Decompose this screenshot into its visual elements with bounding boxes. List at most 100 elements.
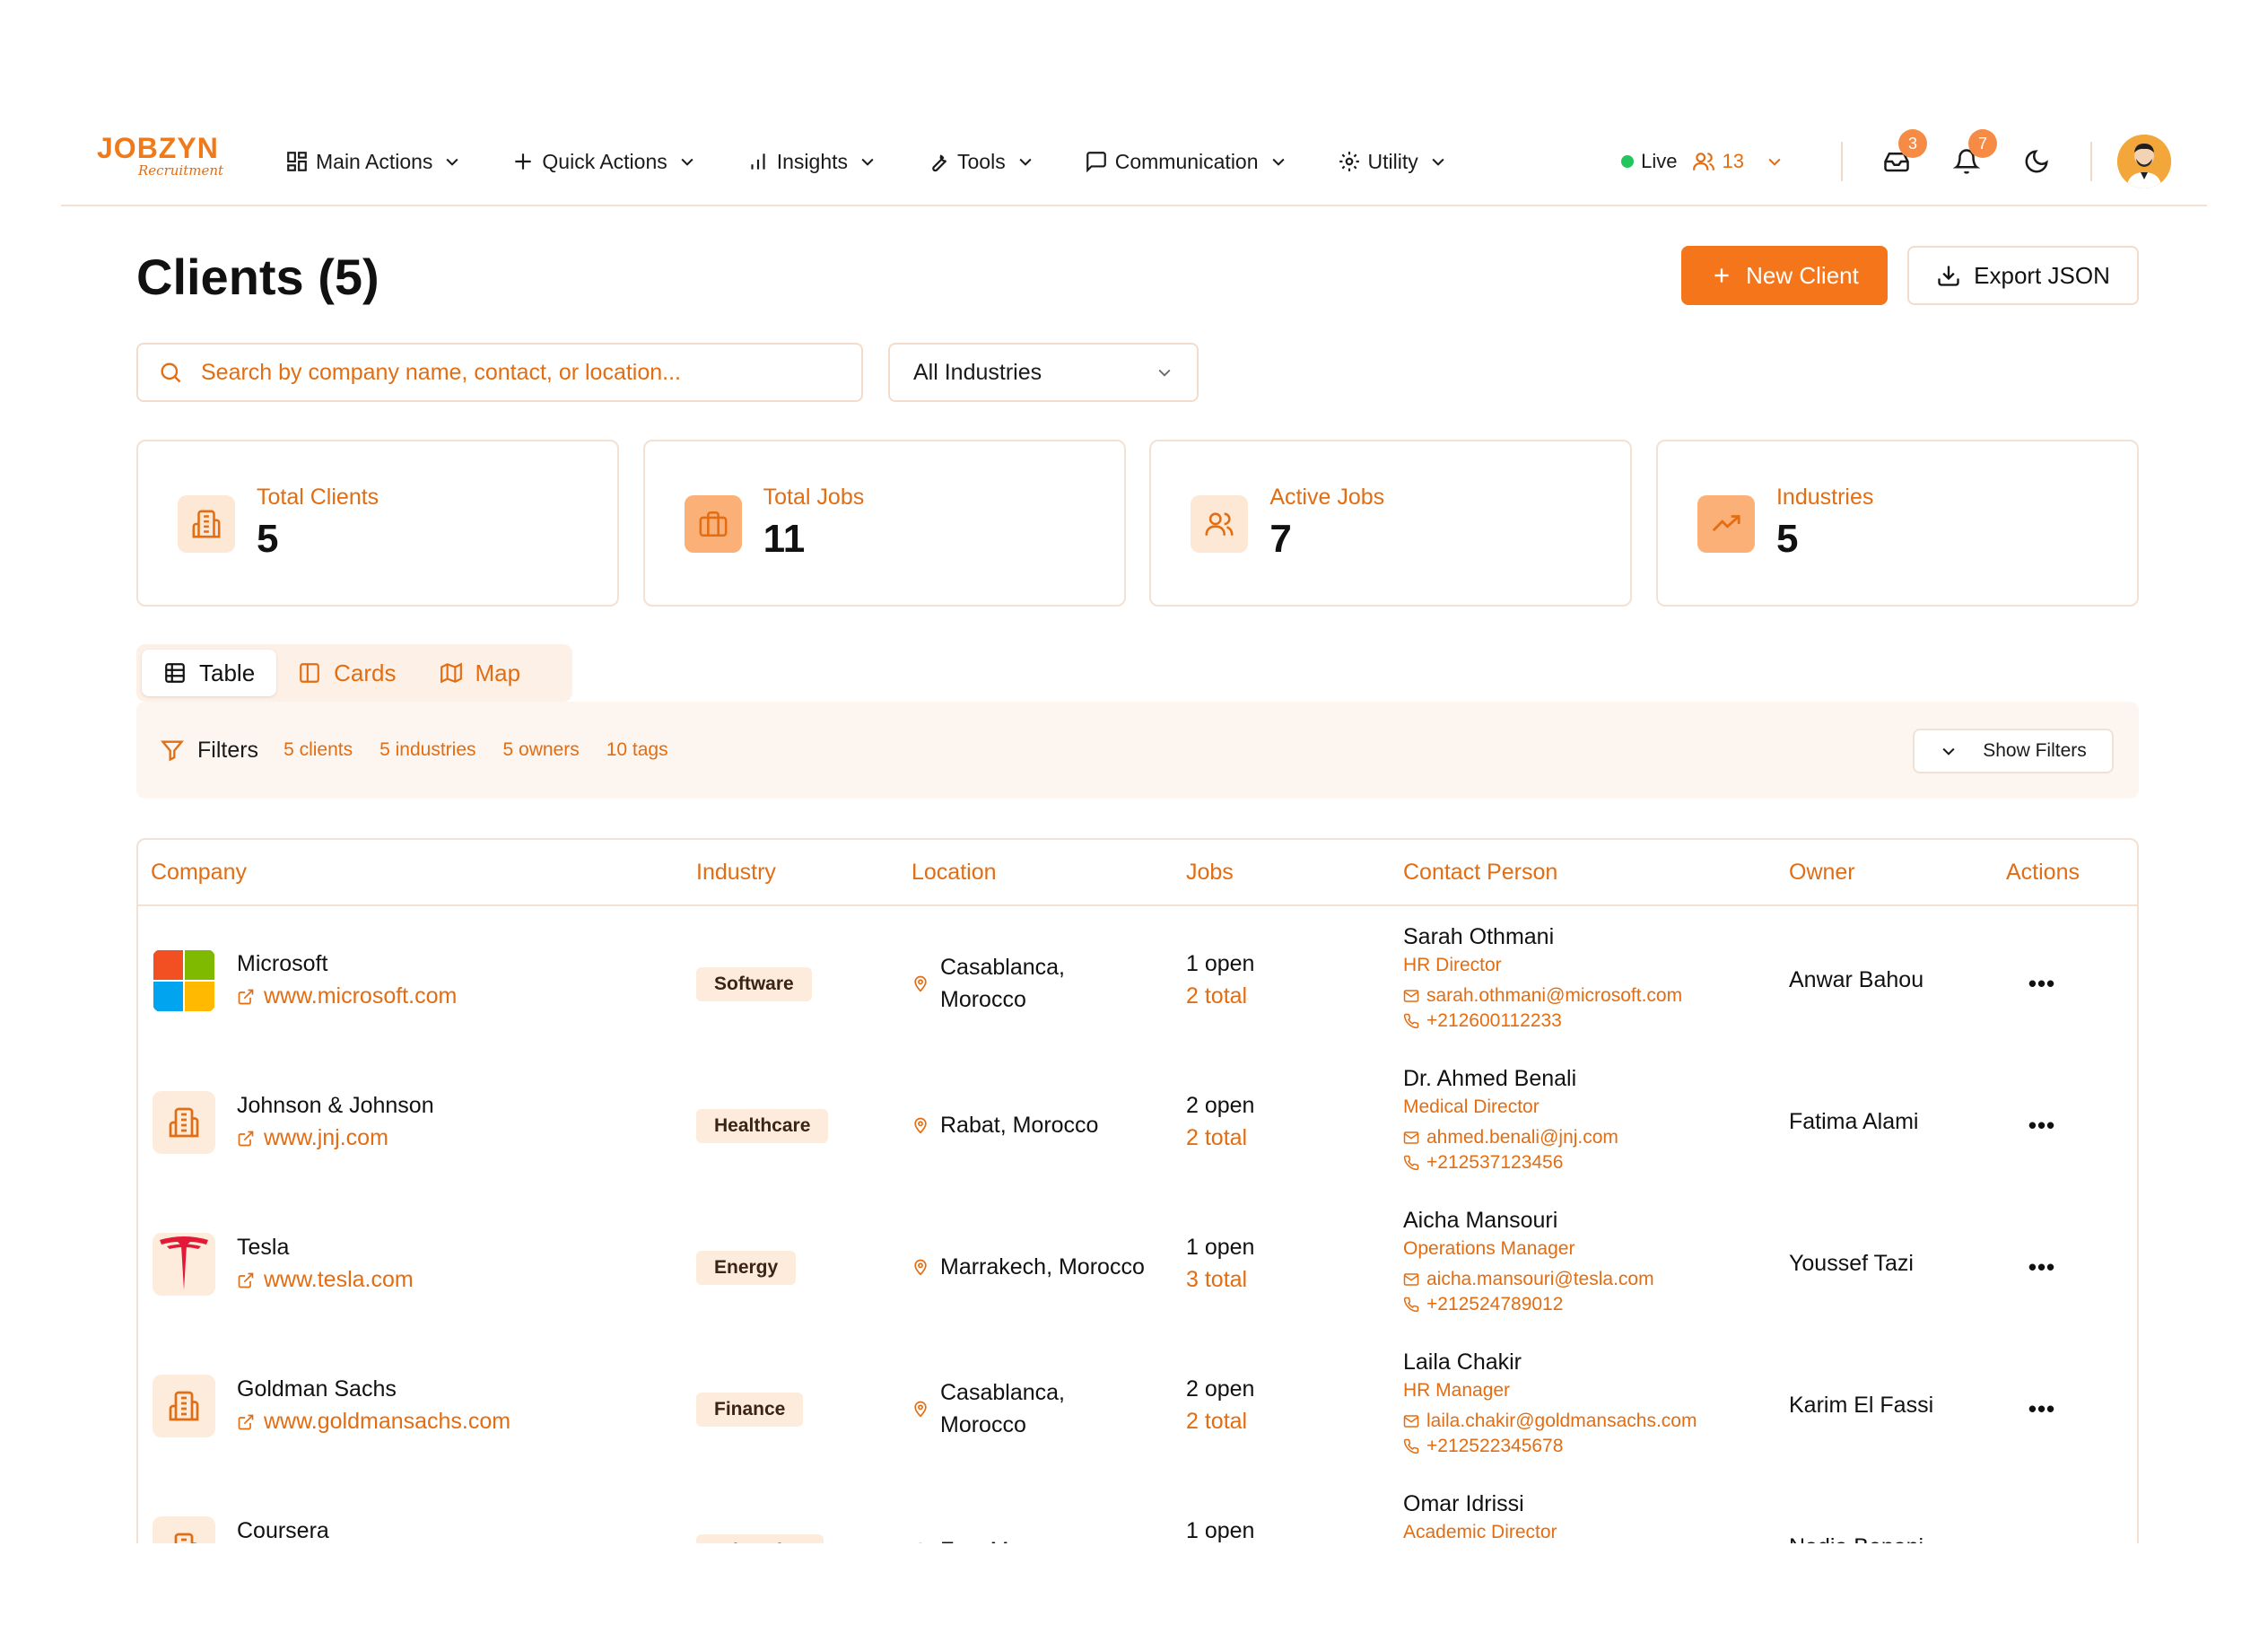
table-row[interactable]: Coursera Education Fes, Morocco 1 open O… [138, 1475, 2137, 1543]
brand-logo[interactable]: JOBZYN Recruitment [97, 133, 224, 190]
users-icon [1692, 153, 1714, 170]
microsoft-logo [153, 949, 215, 1012]
col-owner[interactable]: Owner [1789, 860, 1855, 886]
map-icon [440, 662, 462, 684]
nav-quick-actions[interactable]: Quick Actions [511, 150, 695, 174]
table-icon [165, 663, 185, 683]
tab-table[interactable]: Table [142, 650, 277, 696]
company-website: www.jnj.com [264, 1125, 388, 1150]
settings-icon [1339, 152, 1359, 171]
contact-email-link[interactable]: sarah.othmani@microsoft.com [1403, 985, 1682, 1007]
inbox-button[interactable]: 3 [1879, 129, 1927, 179]
online-users-count: 13 [1722, 150, 1744, 172]
col-contact[interactable]: Contact Person [1403, 860, 1557, 886]
export-json-button[interactable]: Export JSON [1907, 246, 2139, 305]
jobs-total[interactable]: 2 total [1186, 1125, 1247, 1151]
user-avatar[interactable] [2117, 135, 2171, 188]
jobs-total[interactable]: 2 total [1186, 983, 1247, 1009]
contact-phone-link[interactable]: +212522345678 [1403, 1436, 1563, 1457]
col-jobs[interactable]: Jobs [1186, 860, 1234, 886]
divider [2090, 142, 2092, 181]
more-actions-icon[interactable]: ••• [2022, 965, 2062, 1001]
owner-name: Fatima Alami [1789, 1109, 1919, 1134]
more-actions-icon[interactable]: ••• [2022, 1249, 2062, 1285]
top-navbar: JOBZYN Recruitment Main Actions Quick Ac… [61, 117, 2207, 206]
search-input[interactable] [201, 359, 811, 386]
phone-icon [1403, 1013, 1419, 1029]
new-client-button[interactable]: New Client [1681, 246, 1888, 305]
chevron-down-icon [681, 158, 693, 166]
show-filters-label: Show Filters [1983, 740, 2087, 761]
map-pin-icon [914, 1401, 927, 1418]
contact-email-link[interactable]: aicha.mansouri@tesla.com [1403, 1269, 1654, 1290]
contact-name: Sarah Othmani [1403, 924, 1555, 949]
brand-tagline: Recruitment [138, 162, 224, 179]
users-icon [1191, 495, 1249, 553]
filter-chip-industries[interactable]: 5 industries [379, 739, 475, 761]
filter-chip-tags[interactable]: 10 tags [606, 739, 668, 761]
mail-icon [1403, 990, 1419, 1002]
nav-utility[interactable]: Utility [1338, 150, 1447, 174]
col-industry[interactable]: Industry [696, 860, 776, 886]
jobs-open: 2 open [1186, 1093, 1255, 1118]
nav-communication[interactable]: Communication [1085, 150, 1287, 174]
col-location[interactable]: Location [912, 860, 997, 886]
col-company[interactable]: Company [151, 860, 247, 886]
plus-icon [1714, 268, 1729, 283]
chevron-down-icon [1271, 158, 1285, 166]
table-row[interactable]: Johnson & Johnson www.jnj.com Healthcare… [138, 1050, 2137, 1192]
stat-label: Industries [1775, 485, 1874, 510]
company-website-link[interactable]: www.jnj.com [237, 1125, 388, 1151]
company-name: Johnson & Johnson [237, 1093, 434, 1118]
more-actions-icon[interactable]: ••• [2022, 1391, 2062, 1427]
phone-icon [1403, 1155, 1419, 1171]
nav-main-actions[interactable]: Main Actions [285, 150, 461, 174]
nav-insights[interactable]: Insights [746, 150, 877, 174]
tab-map[interactable]: Map [418, 650, 543, 696]
contact-email-link[interactable]: ahmed.benali@jnj.com [1403, 1127, 1618, 1149]
industry-badge: Healthcare [696, 1109, 829, 1143]
filter-chip-owners[interactable]: 5 owners [503, 739, 580, 761]
download-icon [1938, 266, 1959, 286]
jobs-total[interactable]: 3 total [1186, 1267, 1247, 1293]
wrench-icon [932, 154, 947, 172]
stat-card-active-jobs: Active Jobs 7 [1149, 440, 1633, 607]
col-actions: Actions [2006, 860, 2080, 885]
table-row[interactable]: Tesla www.tesla.com Energy Marrakech, Mo… [138, 1192, 2137, 1333]
table-row[interactable]: Microsoft www.microsoft.com Software Cas… [138, 908, 2137, 1050]
filter-chip-clients[interactable]: 5 clients [284, 739, 353, 761]
filter-icon [161, 740, 184, 762]
contact-phone-link[interactable]: +212600112233 [1403, 1010, 1562, 1032]
contact-email: aicha.mansouri@tesla.com [1426, 1269, 1654, 1289]
notifications-button[interactable]: 7 [1949, 129, 1997, 179]
jobs-total[interactable]: 2 total [1186, 1409, 1247, 1435]
company-website-link[interactable]: www.microsoft.com [237, 983, 457, 1009]
tab-table-label: Table [199, 659, 256, 686]
industry-select[interactable]: All Industries [888, 343, 1199, 402]
company-website-link[interactable]: www.tesla.com [237, 1267, 414, 1293]
company-name: Tesla [237, 1235, 290, 1260]
mail-icon [1403, 1131, 1419, 1144]
table-header: Company Industry Location Jobs Contact P… [138, 840, 2137, 906]
stat-label: Active Jobs [1269, 485, 1385, 510]
table-row[interactable]: Goldman Sachs www.goldmansachs.com Finan… [138, 1333, 2137, 1475]
contact-phone-link[interactable]: +212537123456 [1403, 1152, 1563, 1174]
contact-phone-link[interactable]: +212524789012 [1403, 1294, 1563, 1315]
building-icon [153, 1516, 215, 1543]
show-filters-button[interactable]: Show Filters [1913, 729, 2114, 773]
company-website-link[interactable]: www.goldmansachs.com [237, 1409, 510, 1435]
contact-email-link[interactable]: laila.chakir@goldmansachs.com [1403, 1411, 1697, 1432]
tab-map-label: Map [475, 659, 521, 686]
online-users-dropdown[interactable]: 13 [1692, 150, 1791, 173]
nav-tools[interactable]: Tools [927, 150, 1034, 174]
industry-select-value: All Industries [913, 359, 1042, 385]
chevron-down-icon [1942, 747, 1955, 755]
stat-value: 11 [763, 517, 806, 561]
nav-right-group: Live 13 3 7 [1621, 117, 2171, 206]
tab-cards[interactable]: Cards [276, 650, 417, 696]
bar-chart-icon [751, 153, 765, 170]
plus-icon [515, 153, 532, 170]
theme-toggle-button[interactable] [2019, 144, 2054, 179]
more-actions-icon[interactable]: ••• [2022, 1107, 2062, 1143]
owner-name: Anwar Bahou [1789, 967, 1924, 992]
